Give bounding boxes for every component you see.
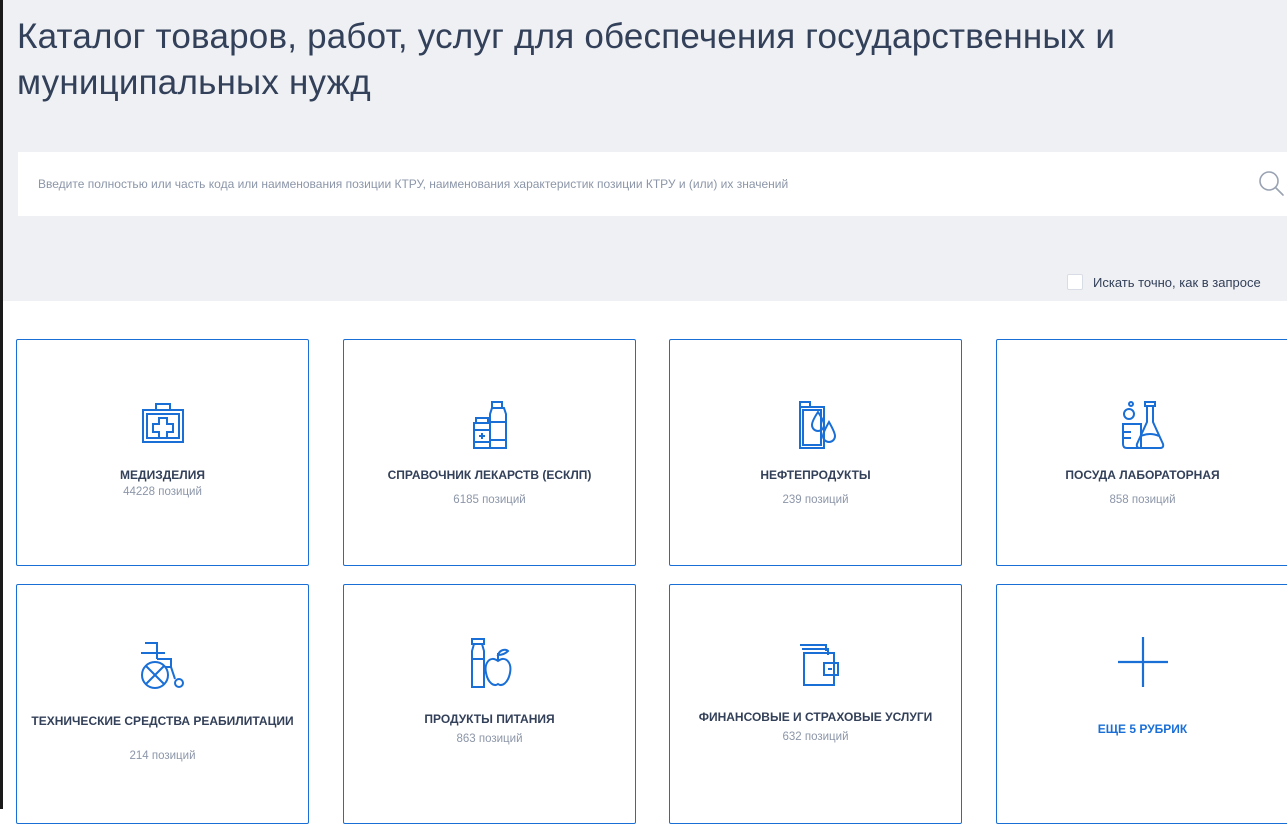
plus-icon: [1115, 633, 1171, 689]
category-count: 6185 позиций: [453, 494, 526, 506]
header-area: Каталог товаров, работ, услуг для обеспе…: [3, 0, 1287, 301]
category-count: 632 позиций: [782, 731, 849, 743]
category-count: 44228 позиций: [123, 486, 202, 498]
category-card-medicines[interactable]: СПРАВОЧНИК ЛЕКАРСТВ (ЕСКЛП) 6185 позиций: [343, 339, 636, 566]
exact-match-label: Искать точно, как в запросе: [1093, 274, 1261, 290]
category-title: НЕФТЕПРОДУКТЫ: [760, 468, 871, 482]
category-card-food[interactable]: ПРОДУКТЫ ПИТАНИЯ 863 позиций: [343, 584, 636, 824]
search-bar: [18, 152, 1287, 216]
medical-kit-icon: [135, 398, 191, 454]
more-categories-card[interactable]: ЕЩЕ 5 РУБРИК: [996, 584, 1287, 824]
oil-canister-icon: [788, 398, 844, 454]
search-input[interactable]: [38, 152, 1218, 216]
category-card-finance[interactable]: ФИНАНСОВЫЕ И СТРАХОВЫЕ УСЛУГИ 632 позици…: [669, 584, 962, 824]
page-title: Каталог товаров, работ, услуг для обеспе…: [17, 17, 1116, 102]
lab-flask-icon: [1115, 398, 1171, 454]
exact-match-option[interactable]: Искать точно, как в запросе: [1067, 272, 1261, 292]
category-title: ТЕХНИЧЕСКИЕ СРЕДСТВА РЕАБИЛИТАЦИИ: [31, 714, 294, 728]
category-title: ФИНАНСОВЫЕ И СТРАХОВЫЕ УСЛУГИ: [698, 710, 933, 724]
medicine-bottles-icon: [462, 398, 518, 454]
category-title: СПРАВОЧНИК ЛЕКАРСТВ (ЕСКЛП): [387, 468, 592, 482]
category-card-medical-devices[interactable]: МЕДИЗДЕЛИЯ 44228 позиций: [16, 339, 309, 566]
category-card-rehabilitation[interactable]: ТЕХНИЧЕСКИЕ СРЕДСТВА РЕАБИЛИТАЦИИ 214 по…: [16, 584, 309, 824]
category-title: МЕДИЗДЕЛИЯ: [120, 468, 205, 482]
window-edge: [0, 0, 3, 809]
category-count: 858 позиций: [1109, 494, 1176, 506]
category-title: ПОСУДА ЛАБОРАТОРНАЯ: [1065, 468, 1220, 482]
search-icon[interactable]: [1256, 168, 1287, 200]
category-count: 239 позиций: [782, 494, 849, 506]
category-title: ПРОДУКТЫ ПИТАНИЯ: [424, 712, 555, 726]
category-count: 214 позиций: [129, 750, 196, 762]
wallet-icon: [788, 633, 844, 689]
food-bottle-apple-icon: [462, 635, 518, 691]
wheelchair-icon: [135, 637, 191, 693]
category-card-oil-products[interactable]: НЕФТЕПРОДУКТЫ 239 позиций: [669, 339, 962, 566]
more-categories-label: ЕЩЕ 5 РУБРИК: [1097, 722, 1188, 736]
exact-match-checkbox[interactable]: [1067, 274, 1083, 290]
category-card-lab-glassware[interactable]: ПОСУДА ЛАБОРАТОРНАЯ 858 позиций: [996, 339, 1287, 566]
category-count: 863 позиций: [456, 733, 523, 745]
